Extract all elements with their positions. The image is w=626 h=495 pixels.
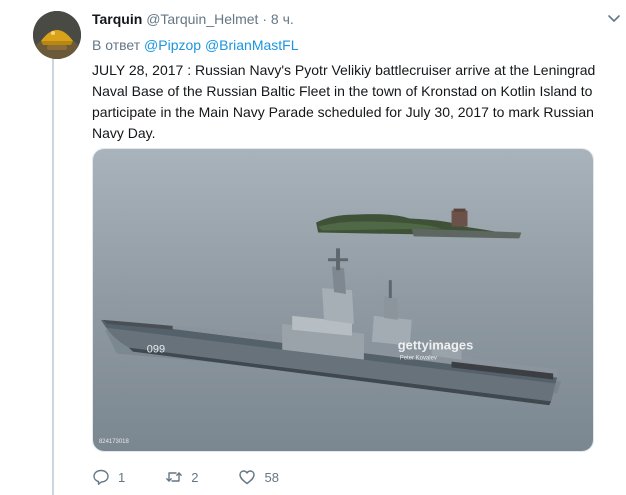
retweet-button[interactable]: 2 [165, 468, 198, 486]
chevron-down-icon [608, 15, 620, 22]
reply-icon [92, 468, 110, 486]
reply-mention-pipzop[interactable]: @Pipzop [144, 37, 201, 53]
tweet-menu-button[interactable] [606, 10, 622, 26]
tweet-actions: 1 2 58 [92, 466, 319, 488]
like-button[interactable]: 58 [238, 468, 279, 486]
author-name[interactable]: Tarquin [92, 11, 142, 27]
reply-mention-brianmastfl[interactable]: @BrianMastFL [205, 37, 299, 53]
tweet-text: JULY 28, 2017 : Russian Navy's Pyotr Vel… [92, 62, 596, 141]
separator: · [262, 11, 268, 27]
tweet-header: Tarquin @Tarquin_Helmet · 8 ч. [92, 11, 596, 29]
author-handle[interactable]: @Tarquin_Helmet [146, 11, 258, 27]
reply-button[interactable]: 1 [92, 468, 125, 486]
tweet-photo[interactable]: 099 gettyimages Peter Kovalev 824173018 [92, 148, 594, 452]
reply-count: 1 [118, 469, 126, 485]
tweet-timestamp[interactable]: 8 ч. [271, 11, 294, 27]
retweet-count: 2 [191, 469, 199, 485]
battlecruiser-photo [93, 149, 593, 451]
heart-icon [238, 468, 256, 486]
retweet-icon [165, 468, 183, 486]
avatar[interactable] [33, 11, 81, 59]
reply-prefix: В ответ [92, 37, 141, 53]
like-count: 58 [264, 469, 279, 485]
reply-context: В ответ @Pipzop @BrianMastFL [92, 37, 299, 53]
thread-line [52, 55, 54, 495]
avatar-image [33, 11, 81, 59]
